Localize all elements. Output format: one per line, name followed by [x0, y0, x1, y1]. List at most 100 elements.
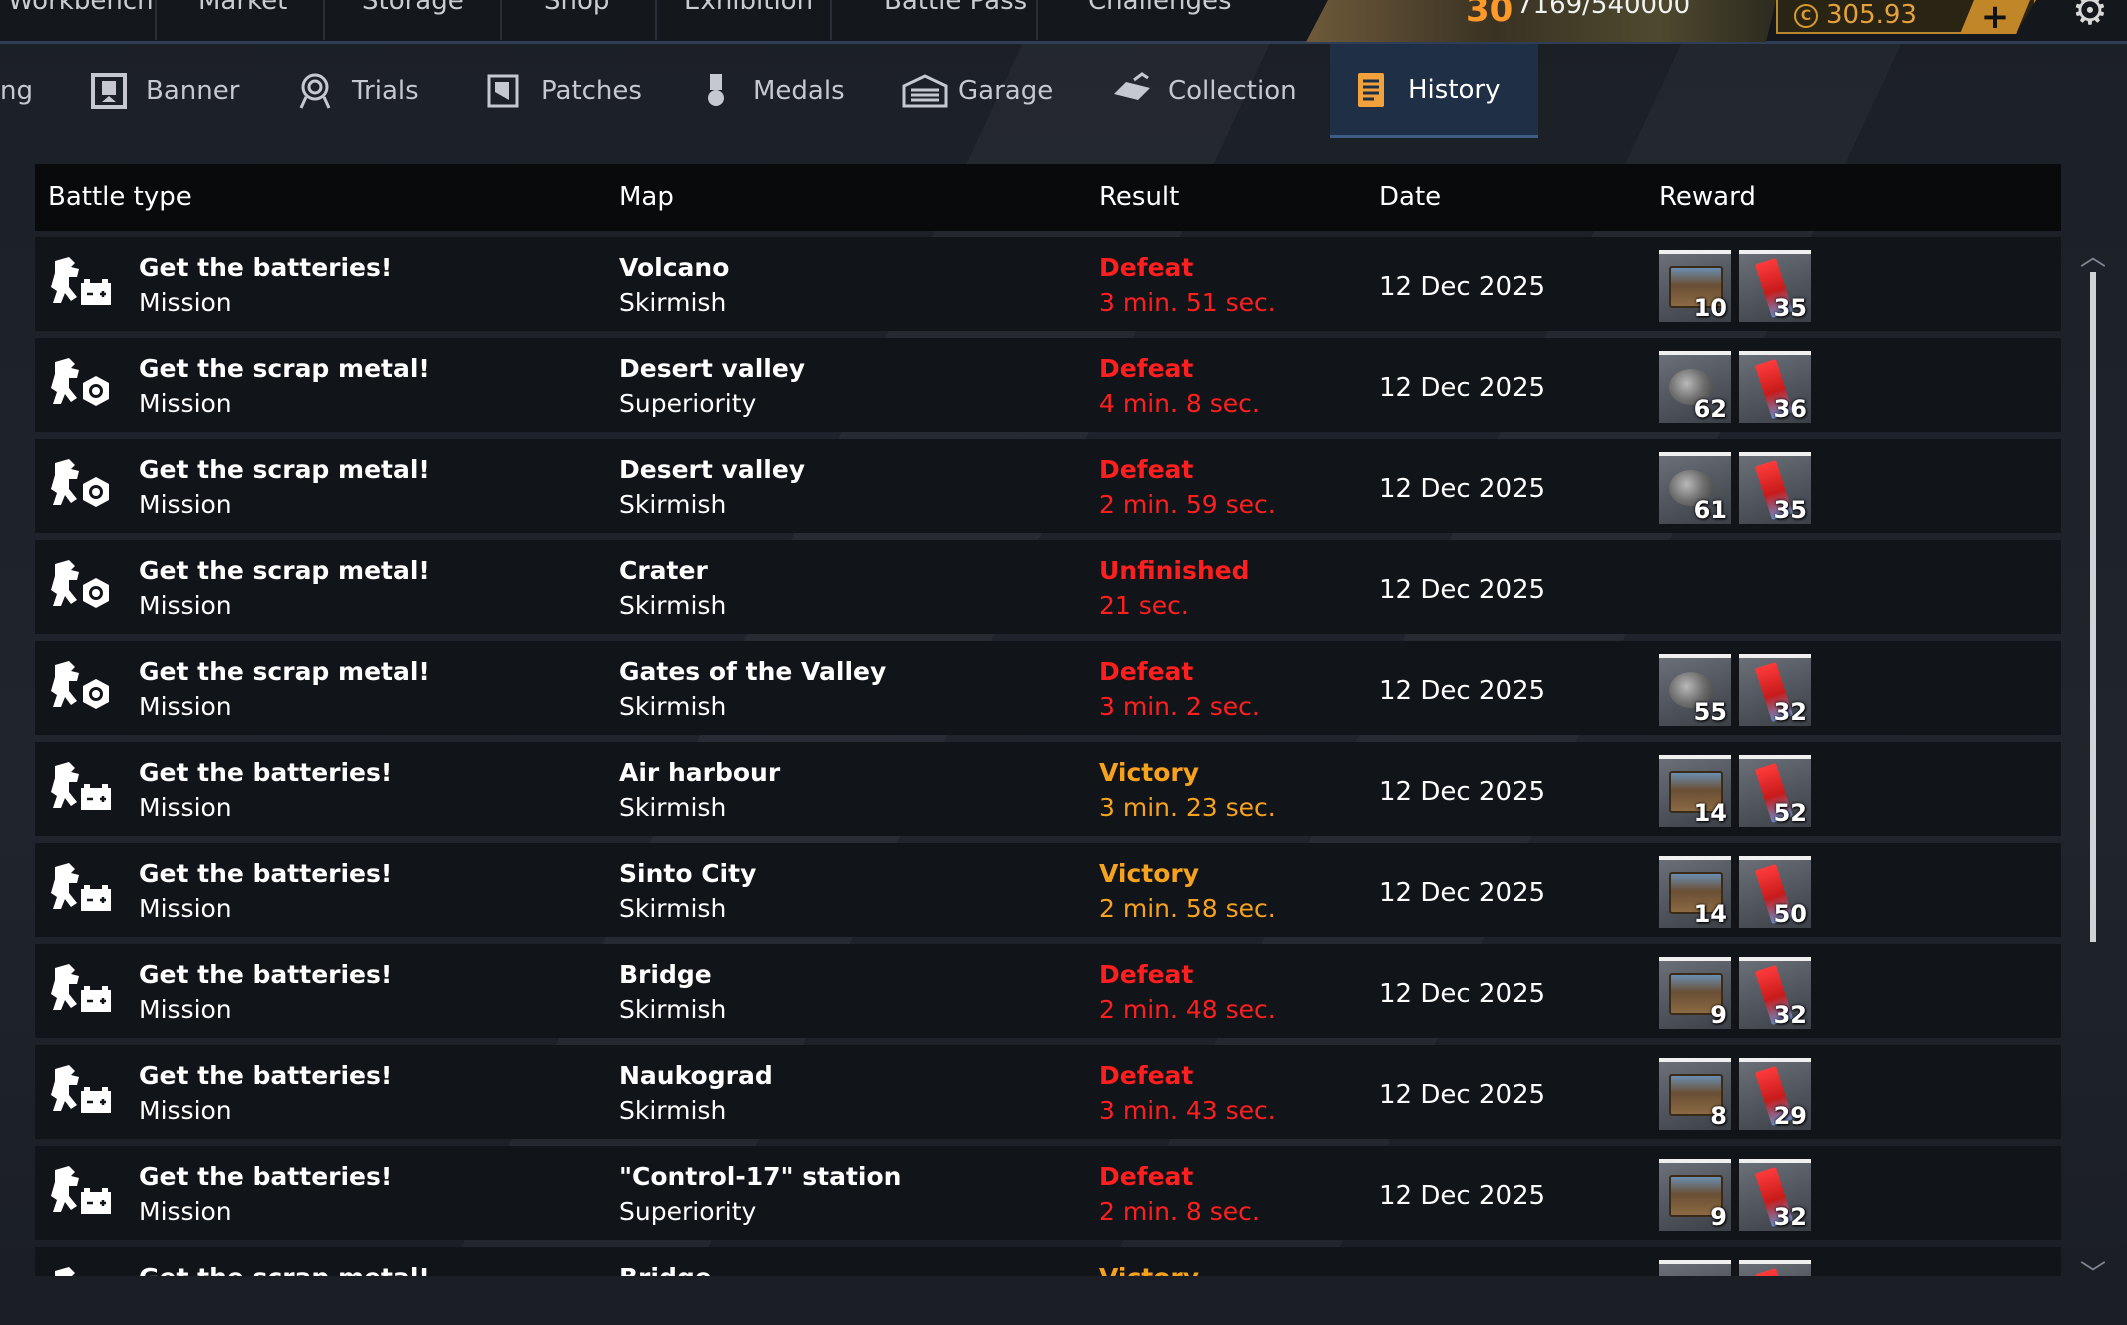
battle-title: Get the scrap metal!	[139, 556, 430, 585]
reward-scrap-icon[interactable]	[1659, 1260, 1731, 1276]
top-nav-market[interactable]: Market	[198, 0, 287, 16]
reward-battery-icon[interactable]: 36	[1739, 351, 1811, 423]
battle-result: Victory	[1099, 859, 1200, 888]
tab-history[interactable]: History	[1330, 44, 1538, 138]
table-row[interactable]: Get the scrap metal!MissionBridgeVictory	[35, 1247, 2061, 1276]
reward-battery-icon[interactable]: 29	[1739, 1058, 1811, 1130]
battle-duration: 2 min. 58 sec.	[1099, 894, 1276, 923]
map-mode: Superiority	[619, 389, 757, 418]
battle-title: Get the batteries!	[139, 960, 393, 989]
reward-battery-icon[interactable]: 52	[1739, 755, 1811, 827]
reward-battery-icon[interactable]: 35	[1739, 250, 1811, 322]
history-table: Battle type Map Result Date Reward Get t…	[35, 164, 2061, 1276]
reward-chest-icon[interactable]: 14	[1659, 755, 1731, 827]
battle-subtitle: Mission	[139, 1096, 232, 1125]
map-name: Desert valley	[619, 354, 806, 383]
table-row[interactable]: Get the batteries! Mission "Control-17" st…	[35, 1146, 2061, 1240]
reward-chest-icon[interactable]: 9	[1659, 1159, 1731, 1231]
top-nav-divider	[655, 0, 657, 40]
history-icon	[1352, 71, 1390, 109]
scroll-up-icon[interactable]: ︿	[2078, 236, 2108, 272]
scrap-mission-icon	[47, 1263, 115, 1276]
tab-trials[interactable]: Trials	[296, 44, 419, 138]
reward-scrap-icon[interactable]: 61	[1659, 452, 1731, 524]
top-nav-storage[interactable]: Storage	[362, 0, 464, 16]
battle-result: Defeat	[1099, 657, 1194, 686]
reward-chest-icon[interactable]: 8	[1659, 1058, 1731, 1130]
scrap-mission-icon	[47, 455, 115, 515]
table-row[interactable]: Get the batteries! Mission Bridge Skirmish D…	[35, 944, 2061, 1038]
reward-battery-icon[interactable]: 32	[1739, 1159, 1811, 1231]
map-name: Volcano	[619, 253, 730, 282]
tab-collection[interactable]: Collection	[1112, 44, 1297, 138]
reward-chest-icon[interactable]: 9	[1659, 957, 1731, 1029]
top-nav-battle-pass[interactable]: Battle Pass	[884, 0, 1027, 16]
battle-duration: 2 min. 59 sec.	[1099, 490, 1276, 519]
tab-garage[interactable]: Garage	[902, 44, 1053, 138]
patches-icon	[485, 72, 523, 110]
top-nav-shop[interactable]: Shop	[544, 0, 609, 16]
reward-chest-icon[interactable]: 10	[1659, 250, 1731, 322]
table-row[interactable]: Get the scrap metal! Mission Crater Skirmis…	[35, 540, 2061, 634]
battle-subtitle: Mission	[139, 793, 232, 822]
table-row[interactable]: Get the batteries! Mission Naukograd Skirmi…	[35, 1045, 2061, 1139]
tab-label: Medals	[753, 76, 845, 106]
map-name: Gates of the Valley	[619, 657, 887, 686]
table-row[interactable]: Get the batteries! Mission Sinto City Skirm…	[35, 843, 2061, 937]
top-nav-exhibition[interactable]: Exhibition	[684, 0, 813, 16]
table-row[interactable]: Get the batteries! Mission Air harbour Skir…	[35, 742, 2061, 836]
map-name: Bridge	[619, 1263, 712, 1276]
table-row[interactable]: Get the scrap metal! Mission Gates of the …	[35, 641, 2061, 735]
table-header: Battle type Map Result Date Reward	[35, 164, 2061, 231]
battle-date: 12 Dec 2025	[1379, 575, 1546, 605]
scrollbar-track[interactable]	[2090, 272, 2096, 942]
coin-icon: C	[1794, 4, 1818, 28]
reward-scrap-icon[interactable]: 55	[1659, 654, 1731, 726]
table-row[interactable]: Get the scrap metal! Mission Desert valley…	[35, 439, 2061, 533]
reward-battery-icon[interactable]: 32	[1739, 654, 1811, 726]
reward-battery-icon[interactable]: 35	[1739, 452, 1811, 524]
player-level: 30	[1466, 0, 1514, 30]
reward-quantity: 14	[1693, 799, 1727, 827]
battle-title: Get the scrap metal!	[139, 455, 430, 484]
battle-date: 12 Dec 2025	[1379, 878, 1546, 908]
tab-label: Collection	[1168, 76, 1297, 106]
reward-chest-icon[interactable]: 14	[1659, 856, 1731, 928]
battery-mission-icon	[47, 253, 115, 313]
scroll-down-icon[interactable]: ﹀	[2078, 1254, 2108, 1290]
map-name: Air harbour	[619, 758, 781, 787]
header-result: Result	[1099, 182, 1180, 212]
tab-medals[interactable]: Medals	[697, 44, 845, 138]
battle-date: 12 Dec 2025	[1379, 272, 1546, 302]
map-name: Crater	[619, 556, 708, 585]
reward-battery-icon[interactable]	[1739, 1260, 1811, 1276]
banner-icon	[90, 72, 128, 110]
tab-banner[interactable]: Banner	[90, 44, 239, 138]
tab-patches[interactable]: Patches	[485, 44, 642, 138]
profile-tabs: ng Banner Trials Patches Medals Garage C…	[0, 44, 2127, 138]
battle-date: 12 Dec 2025	[1379, 1181, 1546, 1211]
gear-icon[interactable]: ⚙	[2072, 0, 2108, 34]
battle-date: 12 Dec 2025	[1379, 474, 1546, 504]
garage-icon	[902, 72, 948, 110]
reward-battery-icon[interactable]: 50	[1739, 856, 1811, 928]
map-name: Naukograd	[619, 1061, 773, 1090]
top-nav-divider	[1036, 0, 1038, 40]
reward-quantity: 32	[1773, 698, 1807, 726]
battle-subtitle: Mission	[139, 995, 232, 1024]
top-nav-workbench[interactable]: Workbench	[8, 0, 154, 16]
tab-label: Banner	[146, 76, 240, 106]
battle-date: 12 Dec 2025	[1379, 777, 1546, 807]
map-mode: Superiority	[619, 1197, 757, 1226]
table-row[interactable]: Get the scrap metal! Mission Desert valley…	[35, 338, 2061, 432]
reward-battery-icon[interactable]: 32	[1739, 957, 1811, 1029]
scrap-mission-icon	[47, 556, 115, 616]
battle-date: 12 Dec 2025	[1379, 676, 1546, 706]
top-nav-challenges[interactable]: Challenges	[1088, 0, 1232, 16]
tab-partial[interactable]: ng	[0, 44, 33, 138]
battle-date: 12 Dec 2025	[1379, 1080, 1546, 1110]
battery-mission-icon	[47, 758, 115, 818]
reward-scrap-icon[interactable]: 62	[1659, 351, 1731, 423]
table-row[interactable]: Get the batteries! Mission Volcano Skirmish…	[35, 237, 2061, 331]
scrollbar-thumb[interactable]	[2090, 272, 2096, 942]
